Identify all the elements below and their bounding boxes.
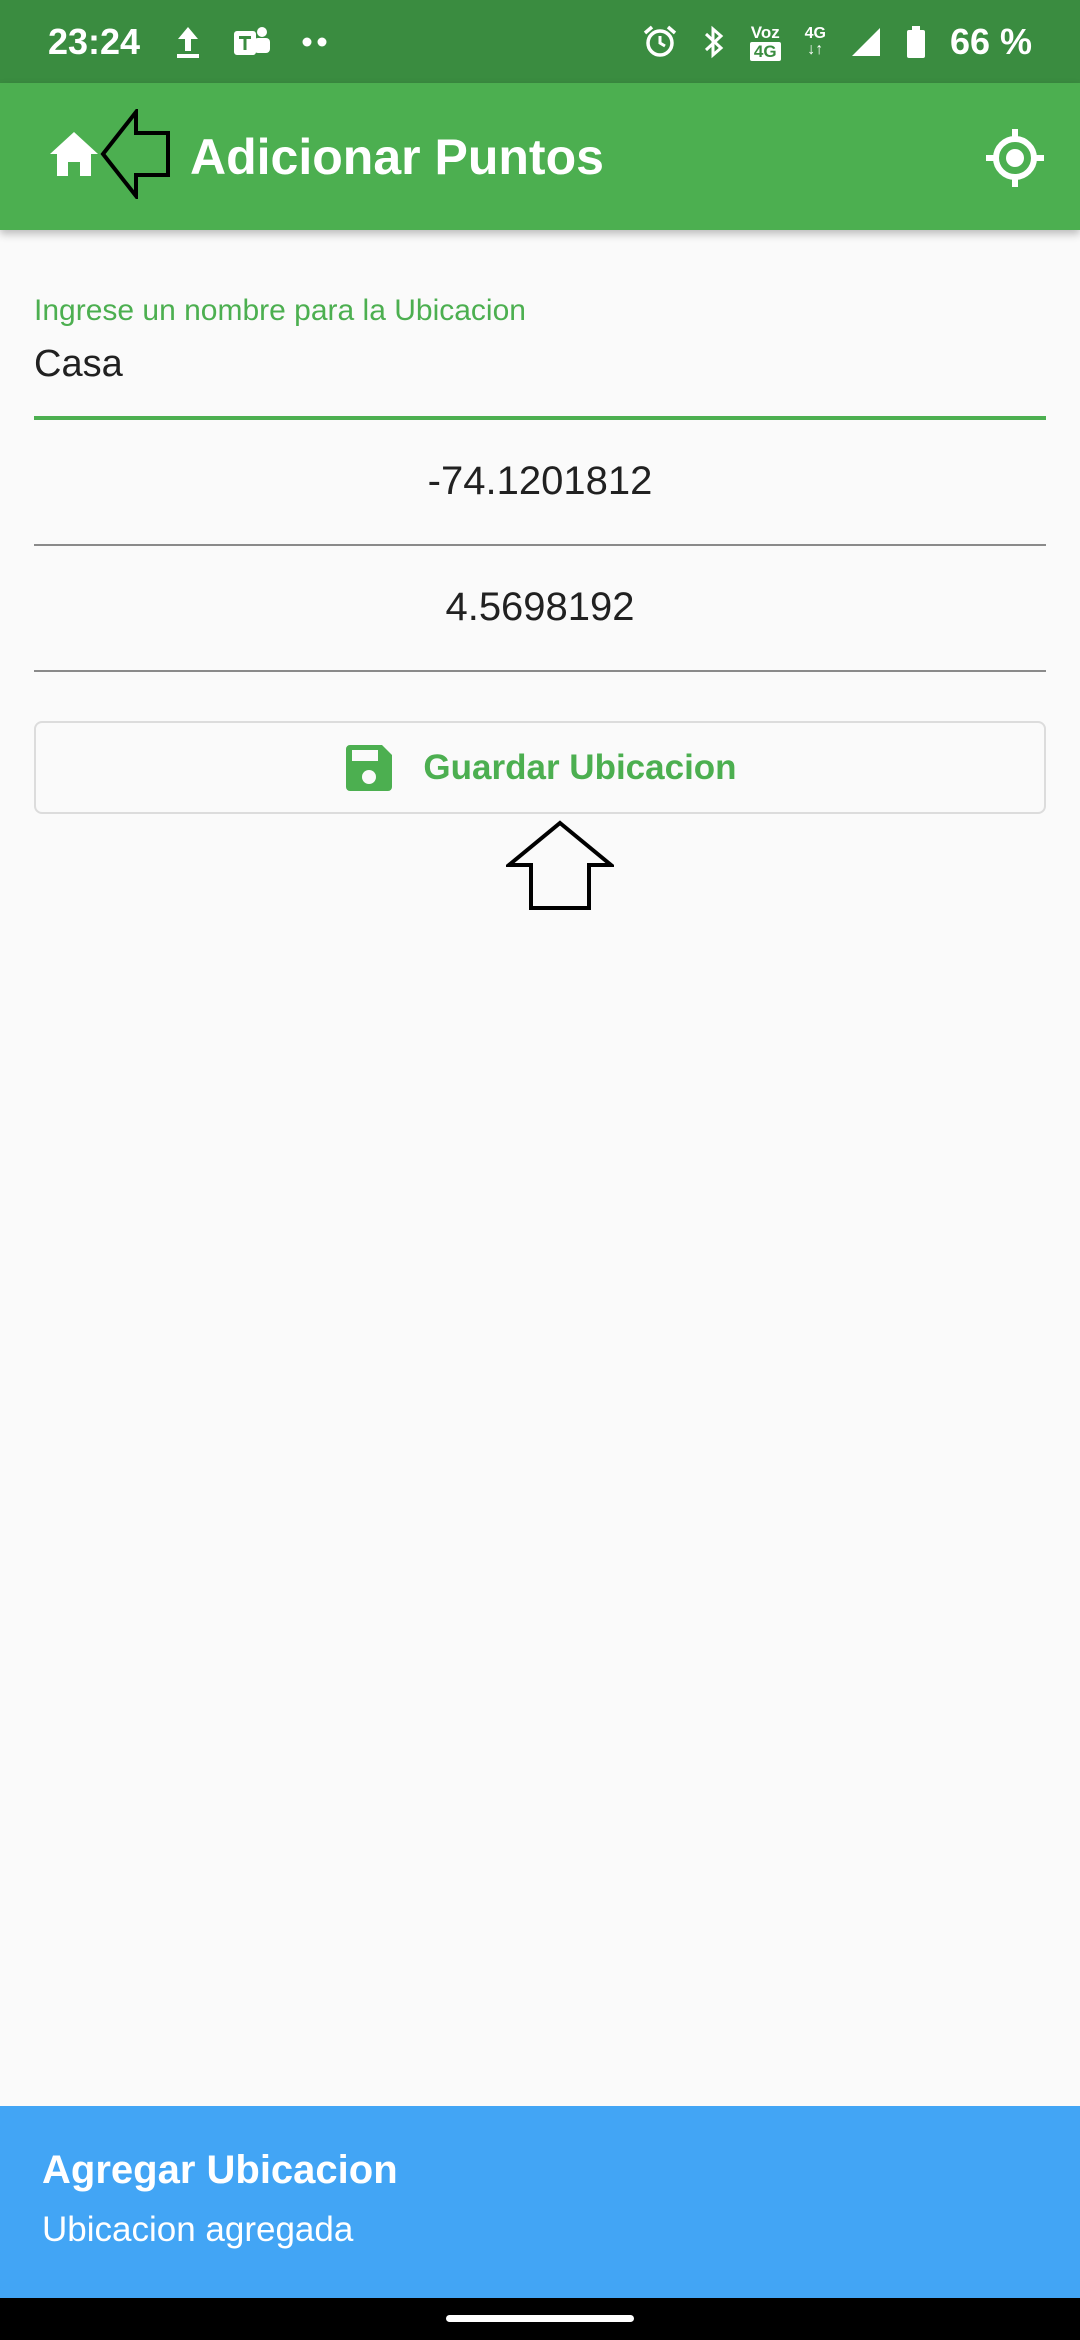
name-field-label: Ingrese un nombre para la Ubicacion (34, 294, 526, 327)
navigation-bar (0, 2298, 1080, 2340)
latitude-input[interactable] (34, 575, 1046, 639)
name-field-underline (34, 416, 1046, 420)
home-icon[interactable] (46, 126, 102, 182)
status-bar: 23:24 Voz 4G 4G ↓↑ 66 % (0, 0, 1080, 83)
back-arrow-icon (100, 109, 170, 199)
location-name-input[interactable] (34, 334, 1046, 394)
longitude-underline (34, 544, 1046, 546)
data-arrows-icon: ↓↑ (807, 40, 824, 58)
alarm-icon (643, 25, 677, 57)
network-label: 4G (804, 24, 826, 42)
bluetooth-icon (704, 25, 724, 58)
battery-icon (906, 25, 925, 58)
voz-4g-indicator: Voz 4G (749, 22, 781, 61)
status-notification-icons (174, 25, 328, 59)
my-location-icon[interactable] (984, 127, 1046, 189)
latitude-underline (34, 670, 1046, 672)
status-system-icons: Voz 4G 4G ↓↑ 66 % (642, 21, 1032, 63)
home-gesture-handle[interactable] (446, 2315, 634, 2322)
page-title: Adicionar Puntos (190, 129, 604, 185)
signal-icon (851, 27, 880, 56)
snackbar-message: Ubicacion agregada (42, 2210, 354, 2249)
voz-sub-label: 4G (749, 41, 781, 61)
status-time: 23:24 (48, 20, 141, 62)
longitude-input[interactable] (34, 449, 1046, 513)
save-location-button[interactable]: Guardar Ubicacion (34, 721, 1046, 814)
up-arrow-icon (506, 820, 614, 910)
voz-label: Voz (750, 22, 780, 42)
snackbar: Agregar Ubicacion Ubicacion agregada (0, 2106, 1080, 2298)
upload-icon (177, 26, 200, 58)
battery-percentage: 66 % (949, 20, 1032, 62)
teams-icon (234, 26, 271, 55)
network-type: 4G ↓↑ (804, 24, 826, 58)
save-button-label: Guardar Ubicacion (423, 747, 737, 787)
more-dots-icon (302, 37, 327, 46)
app-bar: Adicionar Puntos (0, 83, 1080, 230)
snackbar-title: Agregar Ubicacion (42, 2148, 398, 2192)
save-icon (346, 744, 393, 791)
